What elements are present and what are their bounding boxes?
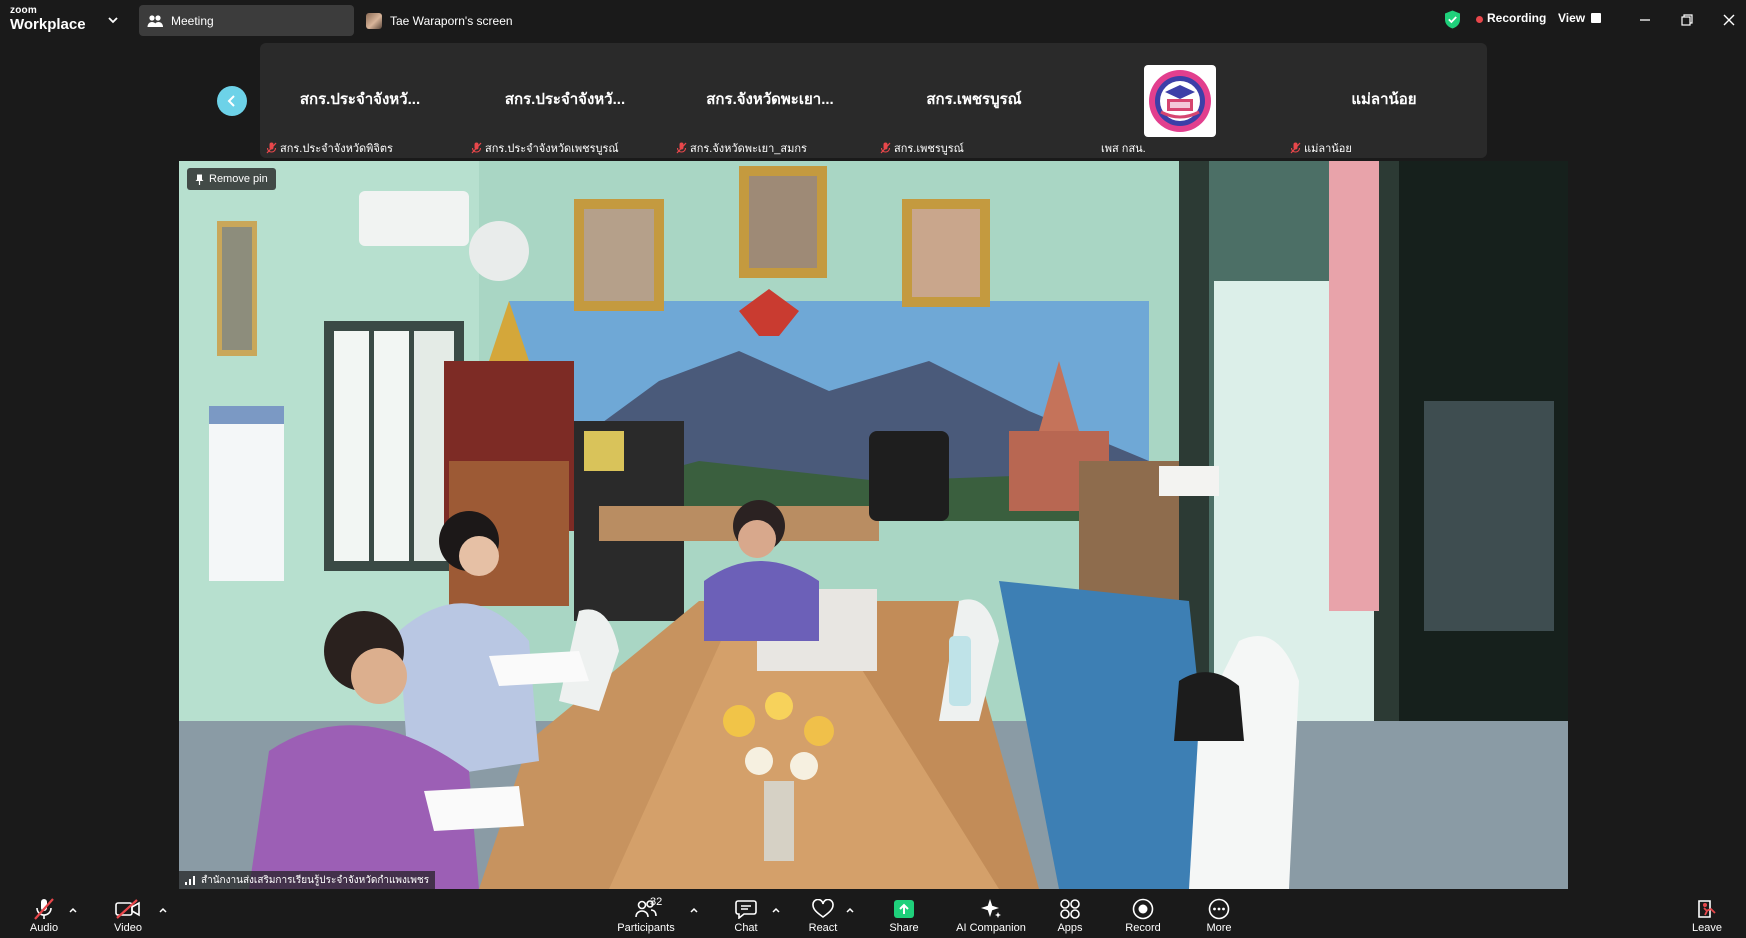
minimize-button[interactable]: [1633, 8, 1657, 32]
share-button[interactable]: Share: [884, 889, 924, 938]
view-icon: [1591, 13, 1602, 23]
participant-caption: เพส กสน.: [1101, 143, 1146, 155]
mic-slash-icon: [34, 898, 54, 920]
participant-count: 32: [650, 896, 663, 908]
zoom-logo: zoom Workplace: [10, 5, 86, 33]
participant-caption: แม่ลาน้อย: [1290, 139, 1352, 157]
chat-button[interactable]: Chat: [726, 889, 766, 938]
participants-label: Participants: [617, 922, 675, 934]
mic-muted-icon: [676, 142, 687, 154]
close-button[interactable]: [1717, 8, 1741, 32]
chat-options-caret[interactable]: [771, 905, 781, 915]
apps-icon: [1060, 899, 1080, 919]
participant-strip: สกร.ประจำจังหวั... สกร.ประจำจังหวัดพิจิต…: [260, 43, 1487, 158]
participant-name: สกร.เพชรบูรณ์: [926, 91, 1022, 108]
audio-label: Audio: [29, 922, 59, 934]
record-label: Record: [1125, 922, 1161, 934]
tab-meeting-label: Meeting: [171, 13, 214, 28]
participants-options-caret[interactable]: [689, 905, 699, 915]
participant-tile[interactable]: แม่ลาน้อย แม่ลาน้อย: [1284, 43, 1484, 158]
brand-small: zoom: [10, 5, 37, 16]
participant-caption: สกร.เพชรบูรณ์: [880, 139, 964, 157]
video-button[interactable]: Video: [108, 889, 148, 938]
react-options-caret[interactable]: [845, 905, 855, 915]
audio-options-caret[interactable]: [68, 905, 78, 915]
participant-caption: สกร.ประจำจังหวัดพิจิตร: [266, 139, 393, 157]
participant-caption: สกร.จังหวัดพะเยา_สมกร: [676, 139, 807, 157]
remove-pin-button[interactable]: Remove pin: [187, 168, 276, 190]
mic-muted-icon: [880, 142, 891, 154]
chat-icon: [735, 900, 757, 919]
shield-check-icon[interactable]: [1444, 10, 1461, 29]
participant-tile[interactable]: สกร.ประจำจังหวั... สกร.ประจำจังหวัดเพชรบ…: [465, 43, 665, 158]
participant-tile[interactable]: สกร.ประจำจังหวั... สกร.ประจำจังหวัดพิจิต…: [260, 43, 460, 158]
remove-pin-label: Remove pin: [209, 173, 268, 185]
tab-screen-label: Tae Waraporn's screen: [390, 13, 513, 28]
chat-label: Chat: [734, 922, 758, 934]
video-options-caret[interactable]: [158, 905, 168, 915]
more-label: More: [1206, 922, 1232, 934]
emblem-logo: [1149, 70, 1211, 132]
tab-shared-screen[interactable]: Tae Waraporn's screen: [364, 5, 513, 36]
brand-name: Workplace: [10, 16, 86, 33]
mic-muted-icon: [1290, 142, 1301, 154]
more-icon: [1208, 898, 1230, 920]
main-video[interactable]: Remove pin สำนักงานส่งเสริมการเรียนรู้ปร…: [179, 161, 1568, 889]
participant-tile[interactable]: สกร.จังหวัดพะเยา... สกร.จังหวัดพะเยา_สมก…: [670, 43, 870, 158]
ai-companion-label: AI Companion: [956, 922, 1026, 934]
react-button[interactable]: React: [803, 889, 843, 938]
record-button[interactable]: Record: [1123, 889, 1163, 938]
leave-icon: [1698, 900, 1716, 918]
record-icon: [1132, 898, 1154, 920]
ai-companion-button[interactable]: AI Companion: [952, 889, 1030, 938]
avatar: [366, 12, 382, 29]
participant-name: สกร.ประจำจังหวั...: [504, 91, 626, 108]
pin-icon: [195, 174, 204, 185]
minimize-icon: [1640, 19, 1650, 21]
title-bar: zoom Workplace Meeting Tae Waraporn's sc…: [0, 0, 1746, 40]
chevron-left-icon: [227, 95, 235, 107]
participants-button[interactable]: 32 Participants: [614, 889, 678, 938]
recording-indicator-dot: [1476, 16, 1483, 23]
react-label: React: [808, 922, 838, 934]
video-scene: [179, 161, 1568, 889]
heart-icon: [812, 899, 834, 918]
video-name-label: สำนักงานส่งเสริมการเรียนรู้ประจำจังหวัดก…: [179, 871, 436, 889]
leave-button[interactable]: Leave: [1687, 889, 1727, 938]
share-label: Share: [889, 922, 919, 934]
participant-tile[interactable]: สกร.เพชรบูรณ์ สกร.เพชรบูรณ์: [874, 43, 1074, 158]
restore-icon: [1681, 14, 1693, 26]
mic-muted-icon: [471, 142, 482, 154]
participant-name: สกร.ประจำจังหวั...: [299, 91, 421, 108]
participant-name: สกร.จังหวัดพะเยา...: [706, 91, 834, 108]
apps-button[interactable]: Apps: [1051, 889, 1089, 938]
apps-label: Apps: [1057, 922, 1083, 934]
participant-name: แม่ลาน้อย: [1351, 91, 1417, 108]
participant-caption: สกร.ประจำจังหวัดเพชรบูรณ์: [471, 139, 619, 157]
tab-meeting[interactable]: Meeting: [139, 5, 354, 36]
mic-muted-icon: [266, 142, 277, 154]
video-slash-icon: [115, 899, 140, 919]
participants-icon: [147, 14, 163, 27]
strip-prev-button[interactable]: [217, 86, 247, 116]
share-arrow-icon: [894, 900, 914, 918]
more-button[interactable]: More: [1199, 889, 1239, 938]
view-label: View: [1558, 11, 1586, 25]
participant-logo: [1144, 65, 1216, 137]
audio-button[interactable]: Audio: [24, 889, 64, 938]
video-label: Video: [114, 922, 142, 934]
view-button[interactable]: View: [1558, 11, 1602, 25]
chevron-down-icon[interactable]: [106, 13, 120, 27]
recording-label[interactable]: Recording: [1487, 11, 1546, 25]
sparkle-icon: [981, 899, 1001, 918]
meeting-toolbar: Audio Video 32 Participants Chat React S…: [0, 889, 1746, 938]
signal-icon: [185, 875, 195, 885]
close-icon: [1723, 14, 1735, 26]
restore-button[interactable]: [1675, 8, 1699, 32]
leave-label: Leave: [1692, 922, 1722, 934]
